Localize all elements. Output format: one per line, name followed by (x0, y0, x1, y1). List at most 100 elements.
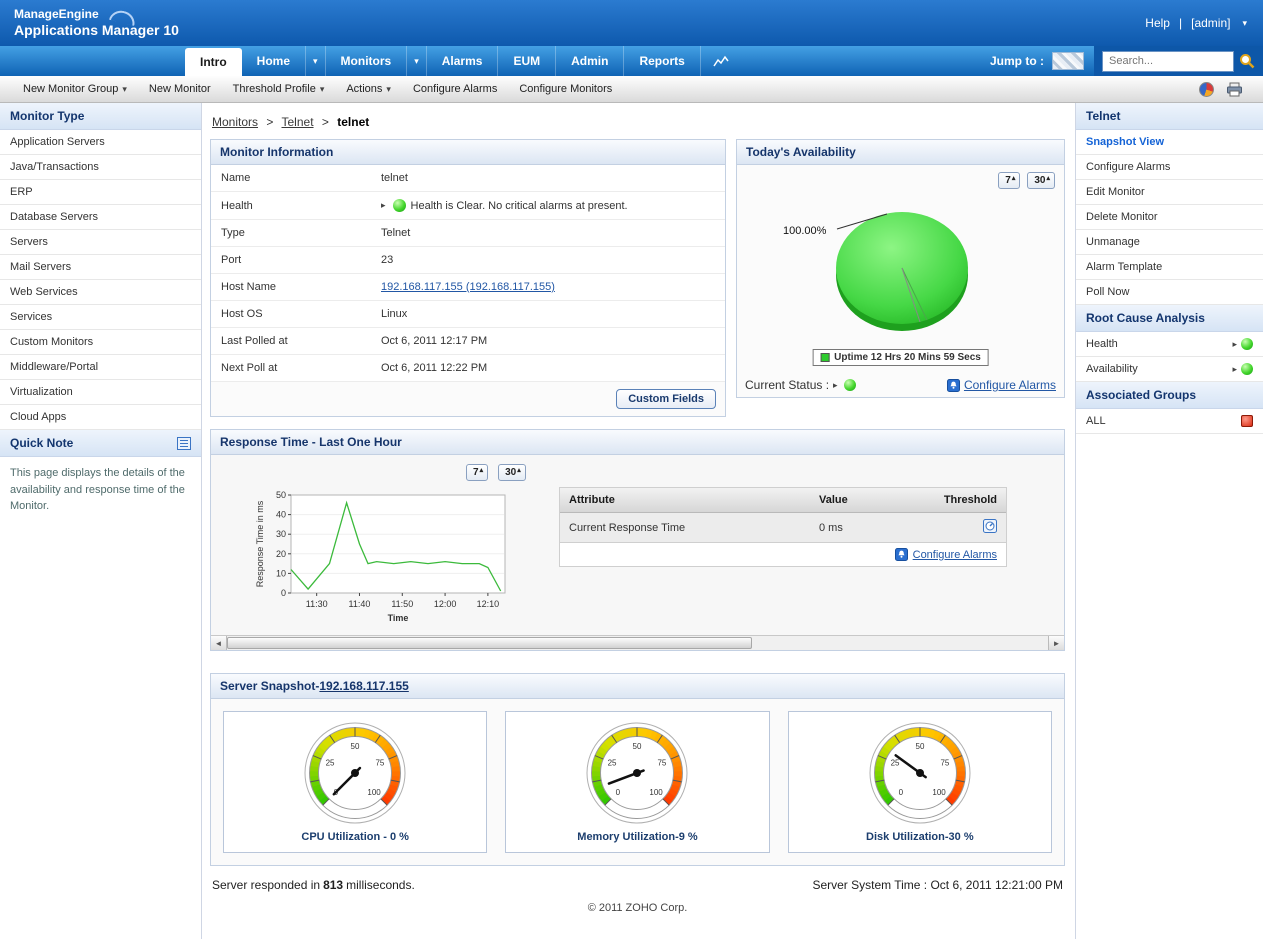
scrollbar-track[interactable] (227, 636, 1048, 650)
alarm-bell-icon[interactable] (947, 379, 960, 392)
threshold-profile-button[interactable]: Threshold Profile▾ (222, 76, 336, 102)
tab-admin[interactable]: Admin (556, 46, 624, 76)
sidebar-item-middleware-portal[interactable]: Middleware/Portal (0, 355, 201, 380)
snapshot-host-link[interactable]: 192.168.117.155 (319, 679, 408, 693)
svg-text:0: 0 (898, 788, 903, 797)
quick-note-text: This page displays the details of the av… (0, 457, 201, 523)
home-dropdown-icon[interactable]: ▾ (306, 46, 326, 76)
rca-availability-item[interactable]: Availability ▸ (1076, 357, 1263, 382)
memory-gauge-card: 0255075100 Memory Utilization-9 % (505, 711, 769, 853)
configure-monitors-button[interactable]: Configure Monitors (508, 76, 623, 102)
svg-text:12:10: 12:10 (477, 599, 500, 609)
custom-fields-button[interactable]: Custom Fields (616, 389, 716, 409)
tab-eum[interactable]: EUM (498, 46, 556, 76)
last-30-days-button[interactable]: 30▴ (498, 464, 526, 481)
svg-text:75: 75 (376, 759, 385, 768)
tab-alarms[interactable]: Alarms (427, 46, 499, 76)
tab-reports[interactable]: Reports (624, 46, 700, 76)
cpu-gauge-card: 0255075100 CPU Utilization - 0 % (223, 711, 487, 853)
sidebar-item-cloud-apps[interactable]: Cloud Apps (0, 405, 201, 430)
bullet-arrow-icon: ▸ (381, 200, 386, 211)
memory-gauge-label: Memory Utilization-9 % (506, 831, 768, 843)
sidebar-item-virtualization[interactable]: Virtualization (0, 380, 201, 405)
help-link[interactable]: Help (1145, 16, 1170, 30)
svg-text:50: 50 (633, 742, 642, 751)
breadcrumb-monitors-link[interactable]: Monitors (212, 115, 258, 129)
sidebar-item-java-transactions[interactable]: Java/Transactions (0, 155, 201, 180)
tab-home[interactable]: Home (242, 46, 306, 76)
last-30-days-button[interactable]: 30▴ (1027, 172, 1055, 189)
configure-alarms-item[interactable]: Configure Alarms (1076, 155, 1263, 180)
response-time-panel: Response Time - Last One Hour 7▴ 30▴ 010… (210, 429, 1065, 651)
jump-to-label: Jump to : (990, 54, 1044, 68)
availability-title: Today's Availability (737, 140, 1064, 165)
table-row: Port23 (211, 247, 725, 274)
telnet-actions-header: Telnet (1076, 103, 1263, 130)
jump-to-icon[interactable] (1052, 52, 1084, 70)
availability-panel: Today's Availability 7▴ 30▴ (736, 139, 1065, 398)
bullet-arrow-icon: ▸ (1232, 339, 1237, 350)
sidebar-item-erp[interactable]: ERP (0, 180, 201, 205)
sidebar-item-application-servers[interactable]: Application Servers (0, 130, 201, 155)
actions-button[interactable]: Actions▾ (335, 76, 402, 102)
scroll-right-icon[interactable]: ► (1048, 636, 1064, 650)
svg-text:Time: Time (388, 613, 409, 623)
unmanage-item[interactable]: Unmanage (1076, 230, 1263, 255)
svg-text:20: 20 (276, 549, 286, 559)
search-icon[interactable] (1239, 53, 1255, 69)
group-icon[interactable] (1241, 415, 1253, 427)
tab-monitors[interactable]: Monitors (326, 46, 408, 76)
sidebar-item-custom-monitors[interactable]: Custom Monitors (0, 330, 201, 355)
host-name-link[interactable]: 192.168.117.155 (192.168.117.155) (381, 281, 555, 293)
alarm-template-item[interactable]: Alarm Template (1076, 255, 1263, 280)
svg-text:50: 50 (276, 490, 286, 500)
sidebar-item-services[interactable]: Services (0, 305, 201, 330)
last-7-days-button[interactable]: 7▴ (466, 464, 488, 481)
monitor-type-header: Monitor Type (0, 103, 201, 130)
poll-now-item[interactable]: Poll Now (1076, 280, 1263, 305)
print-icon[interactable] (1226, 82, 1243, 97)
bullet-arrow-icon: ▸ (833, 380, 838, 391)
uptime-legend: Uptime 12 Hrs 20 Mins 59 Secs (812, 349, 989, 366)
svg-text:100: 100 (650, 788, 664, 797)
sidebar-item-web-services[interactable]: Web Services (0, 280, 201, 305)
configure-alarms-link[interactable]: Configure Alarms (913, 549, 997, 561)
rca-health-item[interactable]: Health ▸ (1076, 332, 1263, 357)
last-7-days-button[interactable]: 7▴ (998, 172, 1020, 189)
breadcrumb-current: telnet (337, 115, 369, 129)
configure-alarms-button[interactable]: Configure Alarms (402, 76, 508, 102)
edit-monitor-item[interactable]: Edit Monitor (1076, 180, 1263, 205)
configure-alarms-link[interactable]: Configure Alarms (964, 378, 1056, 392)
sidebar-item-servers[interactable]: Servers (0, 230, 201, 255)
caret-down-icon: ▾ (320, 84, 325, 95)
new-monitor-group-button[interactable]: New Monitor Group▾ (12, 76, 138, 102)
monitor-information-title: Monitor Information (211, 140, 725, 165)
alarm-bell-icon[interactable] (895, 548, 908, 561)
breadcrumb-telnet-link[interactable]: Telnet (282, 115, 314, 129)
snapshot-view-link[interactable]: Snapshot View (1076, 130, 1263, 155)
threshold-icon[interactable] (983, 519, 997, 533)
delete-monitor-item[interactable]: Delete Monitor (1076, 205, 1263, 230)
sidebar-item-mail-servers[interactable]: Mail Servers (0, 255, 201, 280)
graph-icon[interactable] (701, 46, 741, 76)
scroll-left-icon[interactable]: ◄ (211, 636, 227, 650)
table-row: Health ▸ Health is Clear. No critical al… (211, 192, 725, 220)
content-area: Monitor Type Application Servers Java/Tr… (0, 103, 1263, 939)
left-sidebar: Monitor Type Application Servers Java/Tr… (0, 103, 202, 939)
scrollbar-thumb[interactable] (227, 637, 752, 649)
monitors-dropdown-icon[interactable]: ▾ (407, 46, 427, 76)
new-monitor-button[interactable]: New Monitor (138, 76, 222, 102)
group-all-item[interactable]: ALL (1076, 409, 1263, 434)
quick-note-header: Quick Note (0, 430, 201, 457)
svg-text:11:40: 11:40 (349, 599, 371, 609)
sidebar-item-database-servers[interactable]: Database Servers (0, 205, 201, 230)
admin-menu[interactable]: [admin] (1191, 16, 1230, 30)
horizontal-scrollbar[interactable]: ◄ ► (211, 635, 1064, 650)
brand-name: ManageEngine (14, 8, 179, 22)
search-input[interactable] (1102, 51, 1234, 72)
tab-intro[interactable]: Intro (185, 48, 242, 76)
admin-caret-icon[interactable]: ▾ (1242, 18, 1247, 29)
server-system-time: Server System Time : Oct 6, 2011 12:21:0… (812, 878, 1063, 892)
pie-chart-icon[interactable] (1199, 82, 1214, 97)
notes-icon[interactable] (177, 437, 191, 450)
